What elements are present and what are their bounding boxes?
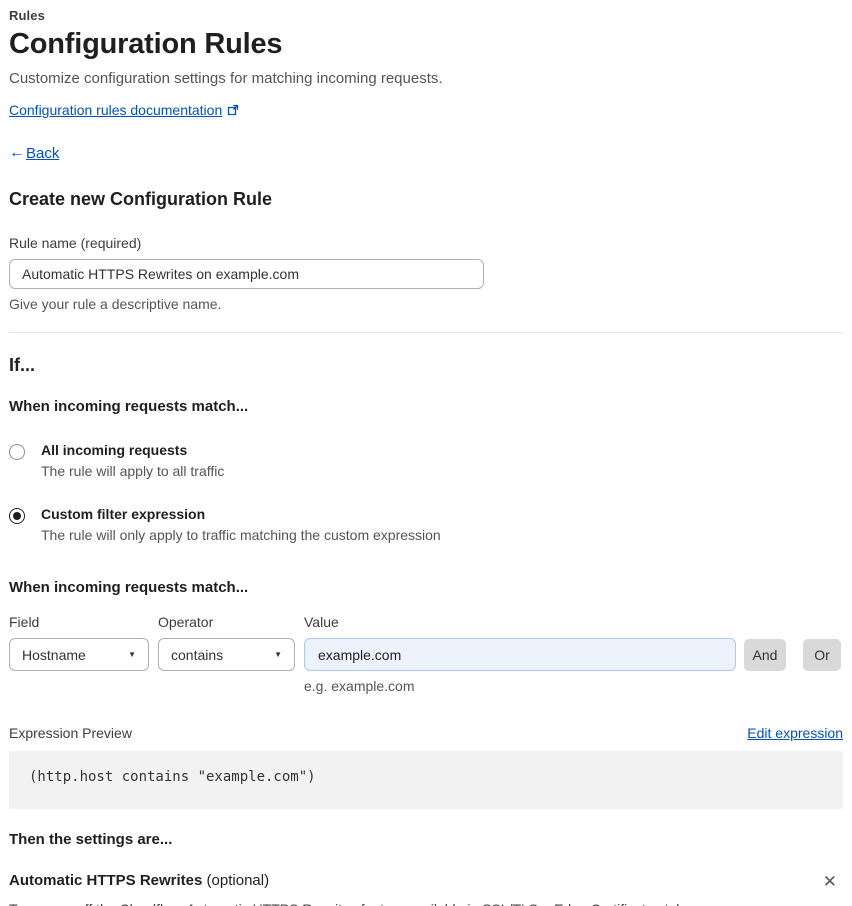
radio-custom-description: The rule will only apply to traffic matc… xyxy=(41,527,441,543)
setting-description: Turn on or off the Cloudflare Automatic … xyxy=(9,901,843,906)
field-select-value: Hostname xyxy=(22,647,86,663)
documentation-link[interactable]: Configuration rules documentation xyxy=(9,102,222,118)
radio-all-incoming-requests[interactable]: All incoming requests The rule will appl… xyxy=(9,442,843,479)
radio-unselected-icon[interactable] xyxy=(9,444,25,460)
external-link-icon xyxy=(227,104,239,116)
chevron-down-icon: ▼ xyxy=(128,650,136,659)
expression-preview-code: (http.host contains "example.com") xyxy=(9,751,843,809)
operator-column-label: Operator xyxy=(158,614,304,630)
radio-all-label: All incoming requests xyxy=(41,442,224,458)
rule-name-label: Rule name (required) xyxy=(9,235,843,251)
if-section-heading: If... xyxy=(9,355,843,376)
field-column-label: Field xyxy=(9,614,158,630)
create-rule-heading: Create new Configuration Rule xyxy=(9,189,843,210)
value-input[interactable] xyxy=(304,638,736,671)
rule-name-help: Give your rule a descriptive name. xyxy=(9,296,843,312)
chevron-down-icon: ▼ xyxy=(274,650,282,659)
builder-heading: When incoming requests match... xyxy=(9,579,843,596)
operator-select-value: contains xyxy=(171,647,223,663)
radio-all-description: The rule will apply to all traffic xyxy=(41,463,224,479)
and-button[interactable]: And xyxy=(744,639,786,671)
or-button[interactable]: Or xyxy=(803,639,841,671)
page-subtitle: Customize configuration settings for mat… xyxy=(9,70,843,87)
setting-name: Automatic HTTPS Rewrites xyxy=(9,872,202,889)
field-select[interactable]: Hostname ▼ xyxy=(9,638,149,671)
page-title: Configuration Rules xyxy=(9,28,843,61)
radio-custom-filter-expression[interactable]: Custom filter expression The rule will o… xyxy=(9,506,843,543)
edit-expression-link[interactable]: Edit expression xyxy=(747,725,843,741)
setting-optional-label: (optional) xyxy=(202,872,269,889)
back-arrow-icon: ← xyxy=(9,144,25,162)
radio-custom-label: Custom filter expression xyxy=(41,506,441,522)
close-icon[interactable]: ✕ xyxy=(817,873,843,890)
breadcrumb: Rules xyxy=(9,8,843,23)
back-link[interactable]: ← Back xyxy=(9,144,843,162)
setting-title: Automatic HTTPS Rewrites (optional) xyxy=(9,872,269,889)
value-help-text: e.g. example.com xyxy=(304,678,843,694)
operator-select[interactable]: contains ▼ xyxy=(158,638,295,671)
value-column-label: Value xyxy=(304,614,339,630)
radio-selected-icon[interactable] xyxy=(9,508,25,524)
expression-preview-label: Expression Preview xyxy=(9,725,132,741)
configuration-rules-page: Rules Configuration Rules Customize conf… xyxy=(9,8,843,906)
section-divider xyxy=(9,332,843,333)
back-link-label[interactable]: Back xyxy=(26,145,59,162)
match-label: When incoming requests match... xyxy=(9,398,843,415)
rule-name-input[interactable] xyxy=(9,259,484,289)
then-section-heading: Then the settings are... xyxy=(9,831,843,848)
